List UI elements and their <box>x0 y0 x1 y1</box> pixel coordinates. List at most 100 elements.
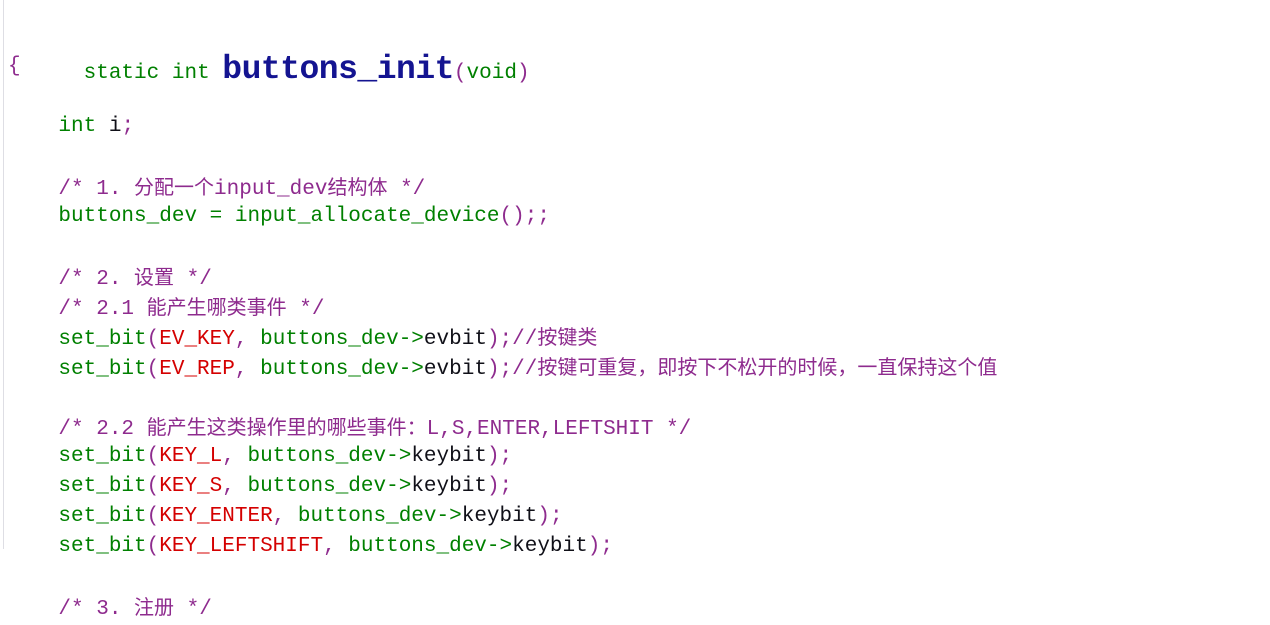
signature-space-1 <box>159 62 172 85</box>
function-body-lines: { int i; /* 1. 分配一个input_dev结构体 */ butto… <box>8 52 1270 622</box>
code-token-6: ) <box>486 358 500 381</box>
code-token-9: 按键可重复，即按下不松开的时候，一直保持这个值 <box>537 355 998 379</box>
line-blank-4 <box>8 382 1270 412</box>
code-token-1: ( <box>146 475 160 498</box>
line-setbit-key-l: set_bit(KEY_L, buttons_dev->keybit); <box>8 442 1270 472</box>
code-token-0: /* 2.2 <box>58 418 147 441</box>
line-blank-5 <box>8 562 1270 592</box>
code-lines-container: static int buttons_init(void) { int i; /… <box>8 4 1270 622</box>
code-token-4: buttons_dev-> <box>335 535 513 558</box>
code-token-8: // <box>512 358 538 381</box>
code-token-3: , <box>234 328 248 351</box>
code-token-3: , <box>272 505 286 528</box>
code-token-3: , <box>234 358 248 381</box>
signature-space-2 <box>210 62 223 85</box>
code-token-4: buttons_dev-> <box>234 475 412 498</box>
code-token-0: /* 2.1 <box>58 298 147 321</box>
code-token-0: set_bit <box>58 328 147 351</box>
signature-params: void <box>466 62 517 85</box>
code-token-0: set_bit <box>58 445 147 468</box>
code-token-2: */ <box>174 598 212 621</box>
code-token-1: 能产生哪类事件 <box>146 295 287 319</box>
return-type-keyword: int <box>171 62 210 85</box>
line-decl-i: int i; <box>8 112 1270 142</box>
code-token-2: KEY_ENTER <box>159 505 273 528</box>
code-token-2: KEY_L <box>159 445 223 468</box>
code-token-2: input_allocate_device <box>234 205 500 228</box>
code-listing-view[interactable]: static int buttons_init(void) { int i; /… <box>0 0 1270 621</box>
code-token-0: int <box>58 115 97 138</box>
code-token-0: /* 2. <box>58 268 135 291</box>
line-blank-3 <box>8 232 1270 262</box>
code-token-0: set_bit <box>58 358 147 381</box>
code-token-5: keybit <box>411 445 487 468</box>
line-comment-2-2: /* 2.2 能产生这类操作里的哪些事件：L,S,ENTER,LEFTSHIT … <box>8 412 1270 442</box>
code-token-1: = <box>197 205 235 228</box>
code-token-7: ; <box>549 505 563 528</box>
line-comment-2-1: /* 2.1 能产生哪类事件 */ <box>8 292 1270 322</box>
code-token-1 <box>96 115 109 138</box>
code-token-0: { <box>8 55 21 78</box>
code-token-6: ) <box>587 535 601 558</box>
code-token-4: ;; <box>524 205 550 228</box>
line-setbit-evrep: set_bit(EV_REP, buttons_dev->evbit);//按键… <box>8 352 1270 382</box>
code-token-7: ; <box>600 535 613 558</box>
code-token-8: // <box>512 328 538 351</box>
code-token-2: EV_KEY <box>159 328 235 351</box>
code-token-1: 能产生这类操作里的哪些事件： <box>146 415 427 439</box>
function-signature-line: static int buttons_init(void) <box>8 4 1270 88</box>
code-token-3: 结构体 <box>327 175 388 199</box>
code-token-5: keybit <box>411 475 487 498</box>
code-token-5: keybit <box>461 505 538 528</box>
code-token-5: evbit <box>423 358 487 381</box>
code-token-2: */ <box>174 268 212 291</box>
code-token-0: set_bit <box>58 505 147 528</box>
code-token-3: () <box>499 205 525 228</box>
code-token-1: ( <box>146 535 160 558</box>
code-token-1: ( <box>146 358 160 381</box>
code-token-3: , <box>323 535 336 558</box>
code-token-2: */ <box>286 298 325 321</box>
line-comment-3: /* 3. 注册 */ <box>8 592 1270 622</box>
code-token-2: L,S,ENTER,LEFTSHIT */ <box>426 418 692 441</box>
code-token-9: 按键类 <box>537 325 598 349</box>
code-token-6: ) <box>486 328 500 351</box>
code-token-4: buttons_dev-> <box>247 358 424 381</box>
line-allocate-device: buttons_dev = input_allocate_device();; <box>8 202 1270 232</box>
signature-close-paren: ) <box>516 62 530 85</box>
code-token-0: set_bit <box>58 475 147 498</box>
code-token-2: EV_REP <box>159 358 235 381</box>
code-token-4: buttons_dev-> <box>234 445 412 468</box>
line-setbit-key-leftshift: set_bit(KEY_LEFTSHIFT, buttons_dev->keyb… <box>8 532 1270 562</box>
code-token-6: ) <box>486 445 500 468</box>
code-token-0: buttons_dev <box>58 205 198 228</box>
line-comment-1: /* 1. 分配一个input_dev结构体 */ <box>8 172 1270 202</box>
code-token-7: ; <box>499 445 513 468</box>
code-token-1: ( <box>146 328 160 351</box>
code-token-0: /* 3. <box>58 598 135 621</box>
line-setbit-evkey: set_bit(EV_KEY, buttons_dev->evbit);//按键… <box>8 322 1270 352</box>
code-token-5: keybit <box>512 535 588 558</box>
code-token-4: buttons_dev-> <box>285 505 462 528</box>
code-token-1: 注册 <box>134 595 175 619</box>
code-token-1: 分配一个 <box>134 175 215 199</box>
code-token-0: set_bit <box>58 535 147 558</box>
code-token-7: ; <box>499 328 513 351</box>
line-comment-2: /* 2. 设置 */ <box>8 262 1270 292</box>
code-token-3: , <box>222 445 235 468</box>
code-token-6: ) <box>486 475 500 498</box>
function-name-title: buttons_init <box>222 51 454 88</box>
code-token-3: , <box>222 475 235 498</box>
code-token-4: buttons_dev-> <box>247 328 424 351</box>
code-token-2: input_dev <box>214 178 328 201</box>
